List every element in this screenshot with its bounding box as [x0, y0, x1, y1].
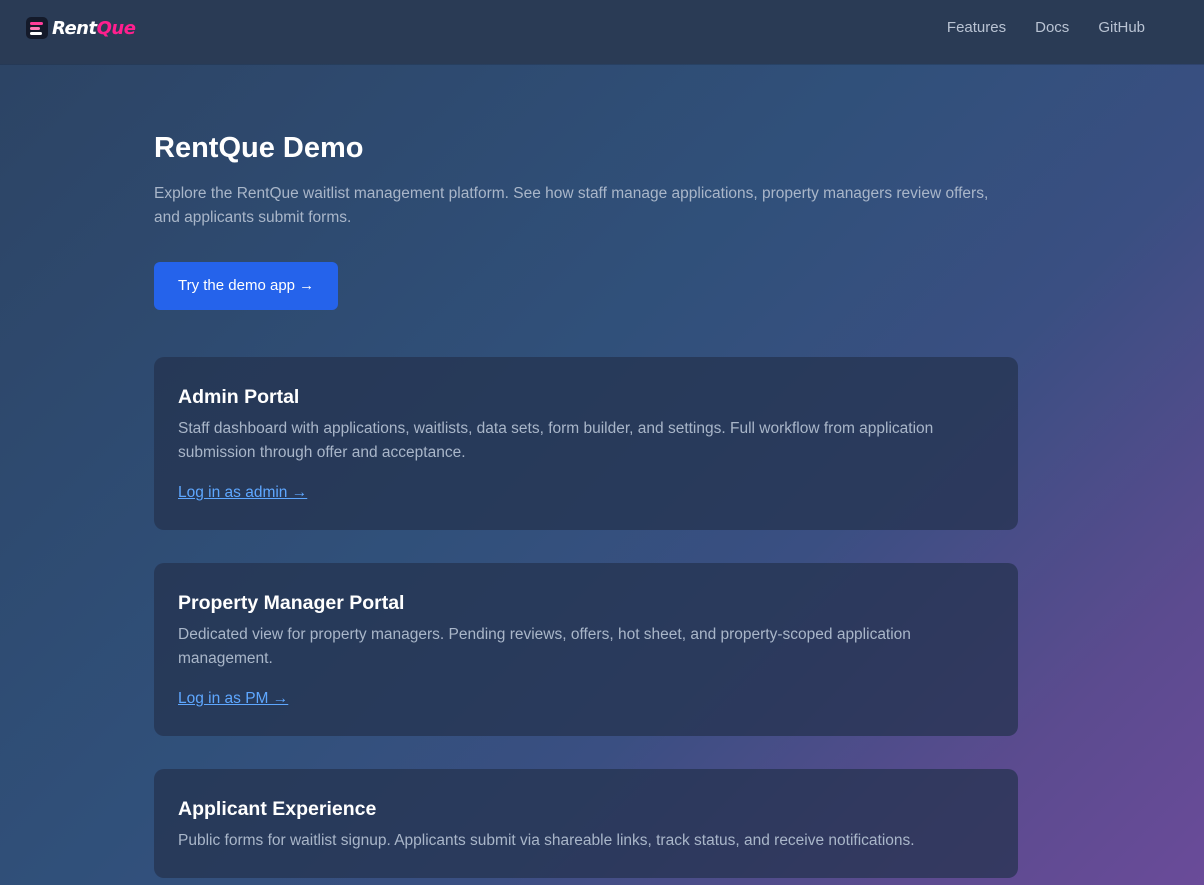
page-description: Explore the RentQue waitlist management … — [154, 185, 989, 226]
brand-name-rent: Rent — [52, 17, 97, 39]
nav-link-github[interactable]: GitHub — [1098, 19, 1145, 36]
admin-portal-card: Admin Portal Staff dashboard with applic… — [154, 357, 1018, 530]
card-description: Dedicated view for property managers. Pe… — [178, 626, 911, 667]
card-description: Public forms for waitlist signup. Applic… — [178, 832, 915, 849]
admin-login-link[interactable]: Log in as admin → — [178, 481, 307, 505]
top-navbar: RentQue Features Docs GitHub — [0, 0, 1204, 64]
brand-name: RentQue — [52, 17, 136, 39]
page-title: RentQue Demo — [154, 132, 364, 164]
nav-links: Features Docs GitHub — [947, 19, 1145, 36]
applicant-experience-card: Applicant Experience Public forms for wa… — [154, 769, 1018, 878]
card-title: Admin Portal — [178, 386, 300, 408]
try-demo-button[interactable]: Try the demo app → — [154, 262, 339, 310]
pm-login-link[interactable]: Log in as PM → — [178, 687, 288, 711]
hero-section: RentQue Demo Explore the RentQue waitlis… — [154, 128, 1018, 310]
nav-link-features[interactable]: Features — [947, 19, 1006, 36]
pm-portal-card: Property Manager Portal Dedicated view f… — [154, 563, 1018, 736]
brand-logo[interactable]: RentQue — [26, 16, 136, 40]
brand-name-que: Que — [96, 17, 136, 39]
card-description: Staff dashboard with applications, waitl… — [178, 420, 934, 461]
card-title: Applicant Experience — [178, 798, 377, 820]
card-title: Property Manager Portal — [178, 592, 405, 614]
nav-link-docs[interactable]: Docs — [1035, 19, 1069, 36]
list-icon — [26, 17, 48, 39]
